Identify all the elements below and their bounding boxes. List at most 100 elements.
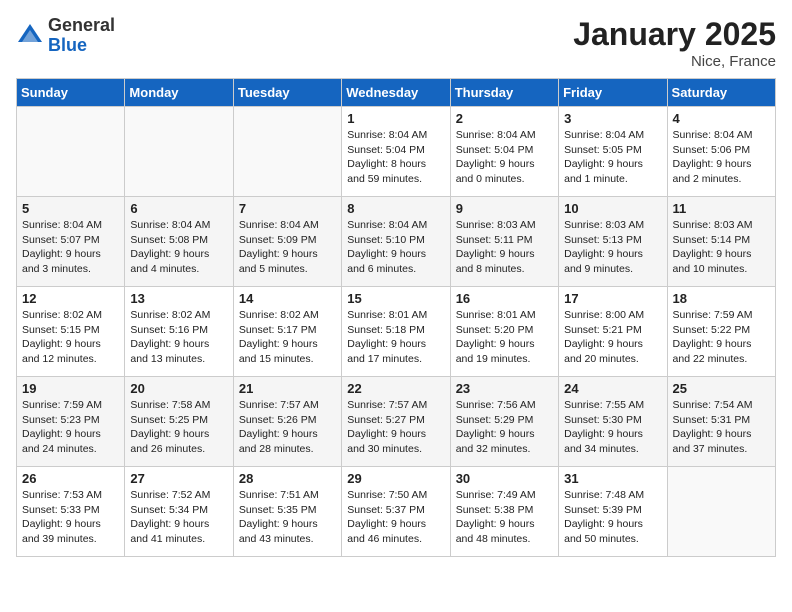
calendar-cell: 11 Sunrise: 8:03 AMSunset: 5:14 PMDayligh… (667, 197, 775, 287)
day-number: 15 (347, 291, 444, 306)
logo-icon (16, 22, 44, 50)
calendar-cell: 21 Sunrise: 7:57 AMSunset: 5:26 PMDayligh… (233, 377, 341, 467)
day-number: 9 (456, 201, 553, 216)
day-number: 18 (673, 291, 770, 306)
weekday-header-monday: Monday (125, 79, 233, 107)
calendar-week-row: 5 Sunrise: 8:04 AMSunset: 5:07 PMDaylight… (17, 197, 776, 287)
day-info: Sunrise: 8:04 AMSunset: 5:05 PMDaylight:… (564, 128, 661, 187)
day-number: 5 (22, 201, 119, 216)
day-number: 7 (239, 201, 336, 216)
day-number: 25 (673, 381, 770, 396)
day-number: 29 (347, 471, 444, 486)
day-info: Sunrise: 7:57 AMSunset: 5:26 PMDaylight:… (239, 398, 336, 457)
day-info: Sunrise: 7:57 AMSunset: 5:27 PMDaylight:… (347, 398, 444, 457)
day-info: Sunrise: 8:04 AMSunset: 5:08 PMDaylight:… (130, 218, 227, 277)
day-number: 12 (22, 291, 119, 306)
day-info: Sunrise: 8:02 AMSunset: 5:17 PMDaylight:… (239, 308, 336, 367)
month-title: January 2025 (573, 16, 776, 53)
day-number: 10 (564, 201, 661, 216)
day-info: Sunrise: 7:55 AMSunset: 5:30 PMDaylight:… (564, 398, 661, 457)
day-info: Sunrise: 7:54 AMSunset: 5:31 PMDaylight:… (673, 398, 770, 457)
calendar-cell: 20 Sunrise: 7:58 AMSunset: 5:25 PMDayligh… (125, 377, 233, 467)
day-number: 28 (239, 471, 336, 486)
day-info: Sunrise: 8:04 AMSunset: 5:07 PMDaylight:… (22, 218, 119, 277)
day-info: Sunrise: 8:03 AMSunset: 5:11 PMDaylight:… (456, 218, 553, 277)
calendar-week-row: 12Sunrise: 8:02 AMSunset: 5:15 PMDayligh… (17, 287, 776, 377)
calendar-cell: 29 Sunrise: 7:50 AMSunset: 5:37 PMDayligh… (342, 467, 450, 557)
day-number: 14 (239, 291, 336, 306)
calendar-cell (233, 107, 341, 197)
calendar-cell: 1 Sunrise: 8:04 AMSunset: 5:04 PMDaylight… (342, 107, 450, 197)
day-number: 16 (456, 291, 553, 306)
calendar-week-row: 26 Sunrise: 7:53 AMSunset: 5:33 PMDayligh… (17, 467, 776, 557)
page-header: General Blue January 2025 Nice, France (16, 16, 776, 70)
day-info: Sunrise: 8:04 AMSunset: 5:04 PMDaylight:… (456, 128, 553, 187)
logo-blue-text: Blue (48, 35, 87, 55)
logo: General Blue (16, 16, 115, 56)
day-number: 6 (130, 201, 227, 216)
day-number: 8 (347, 201, 444, 216)
day-info: Sunrise: 7:48 AMSunset: 5:39 PMDaylight:… (564, 488, 661, 547)
calendar-cell: 27Sunrise: 7:52 AMSunset: 5:34 PMDayligh… (125, 467, 233, 557)
calendar-cell: 16 Sunrise: 8:01 AMSunset: 5:20 PMDayligh… (450, 287, 558, 377)
calendar-cell: 4Sunrise: 8:04 AMSunset: 5:06 PMDaylight… (667, 107, 775, 197)
day-number: 13 (130, 291, 227, 306)
calendar-cell: 5 Sunrise: 8:04 AMSunset: 5:07 PMDaylight… (17, 197, 125, 287)
day-number: 20 (130, 381, 227, 396)
day-info: Sunrise: 7:49 AMSunset: 5:38 PMDaylight:… (456, 488, 553, 547)
calendar-cell (667, 467, 775, 557)
day-info: Sunrise: 8:03 AMSunset: 5:14 PMDaylight:… (673, 218, 770, 277)
calendar-cell: 15 Sunrise: 8:01 AMSunset: 5:18 PMDayligh… (342, 287, 450, 377)
weekday-header-friday: Friday (559, 79, 667, 107)
calendar-cell: 26 Sunrise: 7:53 AMSunset: 5:33 PMDayligh… (17, 467, 125, 557)
calendar-week-row: 1 Sunrise: 8:04 AMSunset: 5:04 PMDaylight… (17, 107, 776, 197)
day-number: 24 (564, 381, 661, 396)
calendar-cell: 2 Sunrise: 8:04 AMSunset: 5:04 PMDaylight… (450, 107, 558, 197)
day-number: 30 (456, 471, 553, 486)
logo-general-text: General (48, 15, 115, 35)
calendar-table: SundayMondayTuesdayWednesdayThursdayFrid… (16, 78, 776, 557)
day-info: Sunrise: 8:04 AMSunset: 5:04 PMDaylight:… (347, 128, 444, 187)
day-number: 22 (347, 381, 444, 396)
day-info: Sunrise: 7:50 AMSunset: 5:37 PMDaylight:… (347, 488, 444, 547)
day-info: Sunrise: 8:01 AMSunset: 5:20 PMDaylight:… (456, 308, 553, 367)
title-block: January 2025 Nice, France (573, 16, 776, 70)
calendar-cell: 23 Sunrise: 7:56 AMSunset: 5:29 PMDayligh… (450, 377, 558, 467)
day-info: Sunrise: 8:03 AMSunset: 5:13 PMDaylight:… (564, 218, 661, 277)
weekday-header-saturday: Saturday (667, 79, 775, 107)
day-number: 11 (673, 201, 770, 216)
day-info: Sunrise: 8:02 AMSunset: 5:16 PMDaylight:… (130, 308, 227, 367)
calendar-cell (125, 107, 233, 197)
calendar-cell: 13 Sunrise: 8:02 AMSunset: 5:16 PMDayligh… (125, 287, 233, 377)
calendar-cell: 3 Sunrise: 8:04 AMSunset: 5:05 PMDaylight… (559, 107, 667, 197)
calendar-cell (17, 107, 125, 197)
calendar-cell: 18 Sunrise: 7:59 AMSunset: 5:22 PMDayligh… (667, 287, 775, 377)
calendar-cell: 17Sunrise: 8:00 AMSunset: 5:21 PMDayligh… (559, 287, 667, 377)
day-number: 21 (239, 381, 336, 396)
day-info: Sunrise: 7:59 AMSunset: 5:23 PMDaylight:… (22, 398, 119, 457)
day-info: Sunrise: 8:01 AMSunset: 5:18 PMDaylight:… (347, 308, 444, 367)
weekday-header-row: SundayMondayTuesdayWednesdayThursdayFrid… (17, 79, 776, 107)
day-number: 23 (456, 381, 553, 396)
calendar-week-row: 19Sunrise: 7:59 AMSunset: 5:23 PMDayligh… (17, 377, 776, 467)
calendar-cell: 14 Sunrise: 8:02 AMSunset: 5:17 PMDayligh… (233, 287, 341, 377)
day-info: Sunrise: 7:59 AMSunset: 5:22 PMDaylight:… (673, 308, 770, 367)
day-info: Sunrise: 7:56 AMSunset: 5:29 PMDaylight:… (456, 398, 553, 457)
day-number: 3 (564, 111, 661, 126)
day-number: 26 (22, 471, 119, 486)
day-info: Sunrise: 7:58 AMSunset: 5:25 PMDaylight:… (130, 398, 227, 457)
day-number: 27 (130, 471, 227, 486)
day-number: 4 (673, 111, 770, 126)
day-info: Sunrise: 8:00 AMSunset: 5:21 PMDaylight:… (564, 308, 661, 367)
weekday-header-tuesday: Tuesday (233, 79, 341, 107)
day-number: 2 (456, 111, 553, 126)
day-info: Sunrise: 7:53 AMSunset: 5:33 PMDaylight:… (22, 488, 119, 547)
calendar-cell: 8 Sunrise: 8:04 AMSunset: 5:10 PMDaylight… (342, 197, 450, 287)
day-number: 1 (347, 111, 444, 126)
weekday-header-thursday: Thursday (450, 79, 558, 107)
day-info: Sunrise: 8:04 AMSunset: 5:09 PMDaylight:… (239, 218, 336, 277)
weekday-header-wednesday: Wednesday (342, 79, 450, 107)
day-info: Sunrise: 7:51 AMSunset: 5:35 PMDaylight:… (239, 488, 336, 547)
day-info: Sunrise: 8:04 AMSunset: 5:10 PMDaylight:… (347, 218, 444, 277)
calendar-cell: 9 Sunrise: 8:03 AMSunset: 5:11 PMDaylight… (450, 197, 558, 287)
